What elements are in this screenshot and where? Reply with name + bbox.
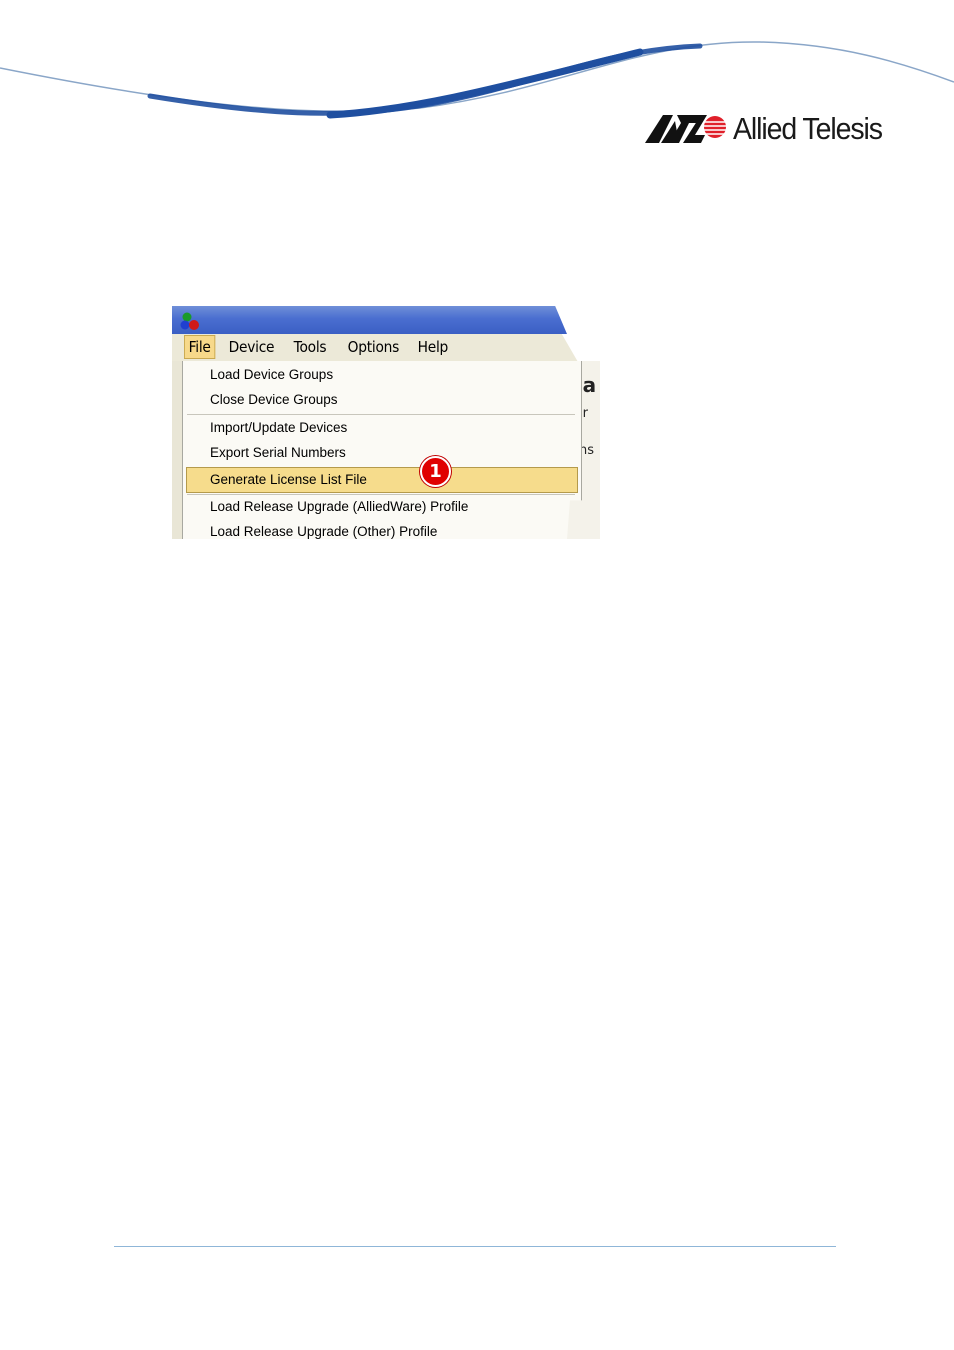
menu-item-label: Import/Update Devices	[210, 420, 348, 435]
window-titlebar	[172, 306, 567, 334]
footer-divider	[114, 1246, 836, 1247]
menu-device[interactable]: Device	[225, 336, 278, 358]
menu-item-export-serial-numbers[interactable]: Export Serial Numbers	[187, 441, 577, 465]
menu-item-label: Load Release Upgrade (Other) Profile	[210, 524, 438, 539]
menu-item-close-device-groups[interactable]: Close Device Groups	[187, 388, 577, 412]
allied-telesis-logo-mark-icon	[645, 115, 726, 143]
menu-separator	[187, 414, 575, 415]
menu-options[interactable]: Options	[344, 336, 403, 358]
window-left-edge	[172, 361, 182, 539]
menu-item-generate-license-list-file[interactable]: Generate License List File	[186, 467, 578, 493]
menu-item-label: Generate License List File	[210, 472, 367, 487]
menu-item-import-update-devices[interactable]: Import/Update Devices	[187, 416, 577, 440]
file-menu-dropdown: Load Device Groups Close Device Groups I…	[182, 361, 582, 539]
menu-item-load-release-upgrade-alliedware[interactable]: Load Release Upgrade (AlliedWare) Profil…	[187, 495, 577, 519]
menu-item-load-device-groups[interactable]: Load Device Groups	[187, 363, 577, 387]
menu-item-label: Export Serial Numbers	[210, 445, 346, 460]
menu-file[interactable]: File	[184, 335, 216, 359]
menu-bar: File Device Tools Options Help	[172, 334, 578, 362]
allied-telesis-logo: Allied Telesis	[645, 108, 895, 148]
callout-number-badge: 1	[420, 456, 451, 487]
menu-item-label: Close Device Groups	[210, 392, 338, 407]
menu-help[interactable]: Help	[414, 336, 452, 358]
menu-item-label: Load Device Groups	[210, 367, 334, 382]
app-icon	[180, 312, 199, 330]
menu-item-load-release-upgrade-other[interactable]: Load Release Upgrade (Other) Profile	[187, 520, 577, 539]
menu-tools[interactable]: Tools	[290, 336, 330, 358]
menu-item-label: Load Release Upgrade (AlliedWare) Profil…	[210, 499, 469, 514]
logo-wordmark: Allied Telesis	[733, 110, 883, 146]
app-screenshot: ea var ens File Device Tools Options Hel…	[172, 306, 600, 539]
